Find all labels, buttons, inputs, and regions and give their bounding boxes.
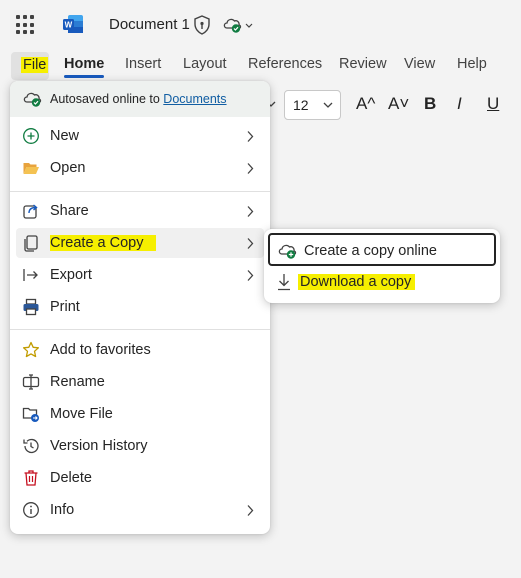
- menu-separator: [10, 191, 270, 192]
- submenu-item-label: Create a copy online: [304, 243, 437, 259]
- menu-item-share[interactable]: Share: [16, 196, 264, 226]
- ribbon-tabs: File Home Insert Layout References Revie…: [0, 50, 521, 82]
- chevron-right-icon: [247, 163, 254, 174]
- cloud-saved-icon: [23, 92, 42, 107]
- documents-link[interactable]: Documents: [163, 92, 226, 106]
- chevron-right-icon: [247, 206, 254, 217]
- submenu-item-label: Download a copy: [298, 274, 416, 290]
- chevron-right-icon: [247, 270, 254, 281]
- cloud-add-icon: [278, 244, 297, 259]
- tab-view[interactable]: View: [404, 56, 435, 72]
- menu-item-new[interactable]: New: [16, 121, 264, 151]
- file-menu: Autosaved online to Documents New Open S…: [10, 81, 270, 534]
- formatting-toolbar: 12 A^ A˅ B I U: [260, 88, 521, 122]
- tab-home[interactable]: Home: [64, 56, 105, 78]
- menu-item-label: Delete: [50, 470, 92, 486]
- create-a-copy-online-button[interactable]: Create a copy online: [268, 233, 496, 266]
- tab-review[interactable]: Review: [339, 56, 387, 72]
- font-size-value: 12: [293, 97, 309, 113]
- rename-icon: [22, 374, 40, 390]
- word-logo-icon: W: [63, 15, 83, 33]
- font-size-dropdown[interactable]: 12: [284, 90, 341, 120]
- autosave-label: Autosaved online to: [50, 92, 160, 106]
- download-icon: [278, 274, 290, 291]
- autosave-text: Autosaved online to Documents: [50, 92, 227, 106]
- menu-item-info[interactable]: Info: [16, 495, 264, 525]
- menu-item-label: Create a Copy: [50, 235, 156, 251]
- menu-item-move-file[interactable]: Move File: [16, 399, 264, 429]
- move-file-icon: [22, 407, 39, 422]
- bold-button[interactable]: B: [424, 94, 436, 114]
- menu-item-label: Info: [50, 502, 75, 518]
- menu-item-add-to-favorites[interactable]: Add to favorites: [16, 335, 264, 365]
- shrink-font-button[interactable]: A˅: [388, 94, 409, 114]
- autosave-status: Autosaved online to Documents: [10, 81, 270, 117]
- underline-button[interactable]: U: [487, 94, 499, 114]
- tab-layout[interactable]: Layout: [183, 56, 227, 72]
- menu-item-label: New: [50, 128, 80, 144]
- menu-item-print[interactable]: Print: [16, 292, 264, 322]
- menu-item-label: Move File: [50, 406, 113, 422]
- menu-item-label: Add to favorites: [50, 342, 151, 358]
- menu-item-label: Print: [50, 299, 80, 315]
- chevron-right-icon: [247, 131, 254, 142]
- italic-button[interactable]: I: [457, 94, 462, 114]
- menu-item-version-history[interactable]: Version History: [16, 431, 264, 461]
- document-title[interactable]: Document 1: [109, 16, 190, 33]
- tab-help[interactable]: Help: [457, 56, 487, 72]
- trash-icon: [24, 470, 38, 486]
- grow-font-button[interactable]: A^: [356, 94, 375, 114]
- create-a-copy-submenu: Create a copy online Download a copy: [264, 229, 500, 303]
- chevron-right-icon: [247, 238, 254, 249]
- menu-item-rename[interactable]: Rename: [16, 367, 264, 397]
- tab-references[interactable]: References: [248, 56, 322, 72]
- menu-item-label: Share: [50, 203, 89, 219]
- info-icon: [23, 502, 39, 518]
- export-icon: [23, 269, 38, 281]
- menu-item-delete[interactable]: Delete: [16, 463, 264, 493]
- menu-separator: [10, 329, 270, 330]
- download-a-copy-button[interactable]: Download a copy: [268, 266, 496, 299]
- menu-item-create-a-copy[interactable]: Create a Copy: [16, 228, 264, 258]
- folder-open-icon: [23, 163, 39, 174]
- plus-circle-icon: [23, 128, 39, 144]
- star-icon: [22, 341, 40, 358]
- app-launcher-icon[interactable]: [16, 15, 36, 35]
- svg-text:W: W: [65, 21, 73, 30]
- cloud-saved-icon[interactable]: [222, 15, 256, 35]
- sensitivity-shield-icon[interactable]: [193, 15, 211, 35]
- title-bar: W Document 1: [0, 0, 521, 50]
- menu-item-export[interactable]: Export: [16, 260, 264, 290]
- tab-insert[interactable]: Insert: [125, 56, 161, 72]
- history-icon: [23, 438, 39, 454]
- tab-file-label: File: [21, 57, 49, 73]
- share-icon: [23, 204, 38, 219]
- menu-item-open[interactable]: Open: [16, 153, 264, 183]
- copy-icon: [24, 235, 38, 252]
- menu-item-label: Export: [50, 267, 92, 283]
- chevron-down-icon: [323, 102, 333, 108]
- chevron-right-icon: [247, 505, 254, 516]
- tab-file[interactable]: File: [11, 52, 49, 80]
- menu-item-label: Open: [50, 160, 86, 176]
- menu-item-label: Rename: [50, 374, 105, 390]
- menu-item-label: Version History: [50, 438, 148, 454]
- print-icon: [23, 298, 39, 316]
